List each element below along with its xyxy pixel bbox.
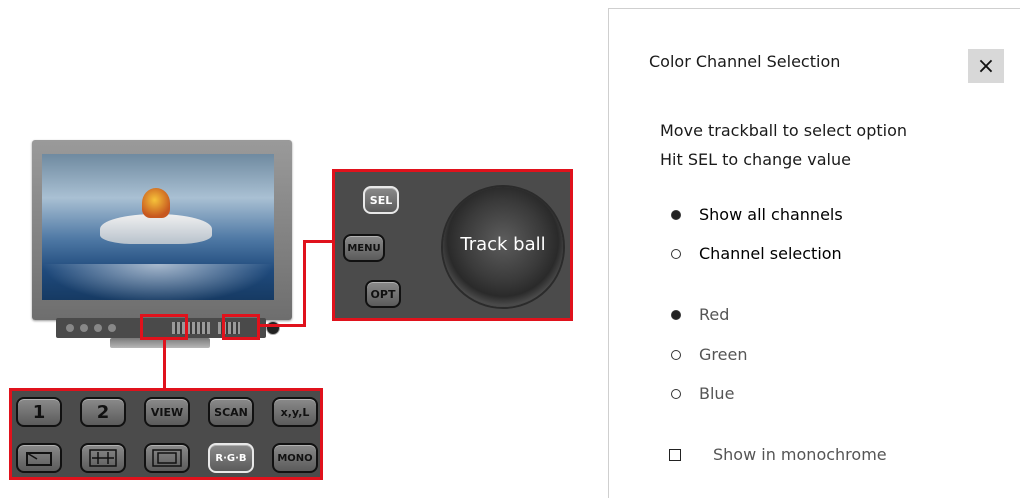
speedboat-hull [100,214,212,244]
water-splash [42,264,274,300]
function-button-panel: 1 2 VIEW SCAN x,y,L R·G·B MONO [9,388,323,480]
instruction-line-1: Move trackball to select option [660,121,908,140]
radio-label: Red [699,305,730,324]
monitor-screen-image [42,154,274,300]
knob-icon [94,324,102,332]
dialog-title: Color Channel Selection [649,52,841,71]
radio-unselected-icon [671,388,681,399]
opt-button[interactable]: OPT [365,280,401,308]
monitor-bezel [32,140,292,320]
close-button[interactable]: × [968,49,1004,83]
radio-label: Green [699,345,748,364]
connector-line [303,240,306,327]
radio-selected-icon [671,209,681,220]
show-monochrome-checkbox[interactable]: Show in monochrome [669,445,887,464]
checkbox-icon [669,448,681,461]
sel-button[interactable]: SEL [363,186,399,214]
mono-button[interactable]: MONO [272,443,318,473]
center-marker-icon [89,449,117,467]
safe-area-button[interactable] [144,443,190,473]
radio-blue[interactable]: Blue [669,384,734,403]
radio-red[interactable]: Red [669,305,729,324]
aspect-button[interactable] [16,443,62,473]
button-area-highlight [140,314,188,340]
connector-line [303,240,333,243]
trackball-label: Track ball [460,234,546,255]
instruction-line-2: Hit SEL to change value [660,150,851,169]
color-channel-dialog: Color Channel Selection × Move trackball… [608,8,1020,498]
radio-label: Channel selection [699,244,842,263]
rgb-button[interactable]: R·G·B [208,443,254,473]
scan-button[interactable]: SCAN [208,397,254,427]
close-icon: × [976,53,996,79]
knob-icon [108,324,116,332]
radio-unselected-icon [671,248,681,259]
aspect-marker-icon [26,452,52,466]
safe-area-icon [152,449,182,467]
button-2[interactable]: 2 [80,397,126,427]
radio-label: Show all channels [699,205,843,224]
knob-icon [66,324,74,332]
radio-show-all-channels[interactable]: Show all channels [669,205,843,224]
radio-channel-selection[interactable]: Channel selection [669,244,842,263]
connector-line [260,324,306,327]
radio-selected-icon [671,309,681,320]
connector-line [163,340,166,388]
radio-label: Blue [699,384,735,403]
center-marker-button[interactable] [80,443,126,473]
radio-unselected-icon [671,349,681,360]
radio-green[interactable]: Green [669,345,747,364]
trackball-panel: SEL MENU OPT Track ball [332,169,573,321]
speedboat-canopy [142,188,170,218]
xyl-button[interactable]: x,y,L [272,397,318,427]
trackball-area-highlight [222,314,260,340]
button-1[interactable]: 1 [16,397,62,427]
menu-button[interactable]: MENU [343,234,385,262]
knob-icon [80,324,88,332]
checkbox-label: Show in monochrome [713,445,887,464]
view-button[interactable]: VIEW [144,397,190,427]
